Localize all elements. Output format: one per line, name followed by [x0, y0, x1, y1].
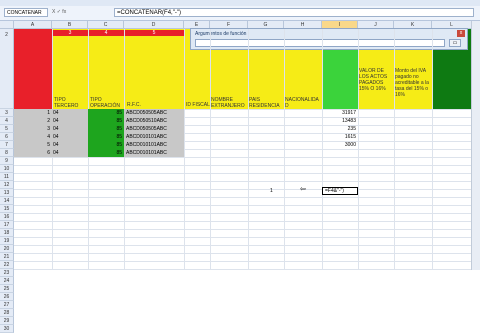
row-header[interactable]: 17	[0, 221, 14, 229]
header-num-b: 3	[52, 30, 88, 36]
cell-tipo-operacion[interactable]: 85	[88, 109, 124, 117]
function-arguments-dialog[interactable]: Argumentos de función x ▭	[190, 28, 468, 50]
row-header[interactable]: 25	[0, 285, 14, 293]
cell-tipo-operacion[interactable]: 85	[88, 149, 124, 157]
header-d-yellow	[124, 29, 184, 109]
row-header[interactable]: 15	[0, 205, 14, 213]
cell-valor[interactable]	[322, 149, 358, 157]
cell-number[interactable]: 1	[14, 109, 52, 117]
row-header[interactable]: 22	[0, 261, 14, 269]
row-header[interactable]: 29	[0, 317, 14, 325]
header-rfc: R.F.C.	[127, 102, 141, 108]
row-header[interactable]: 8	[0, 149, 14, 157]
col-header-d[interactable]: D	[124, 21, 184, 29]
row-header[interactable]: 24	[0, 277, 14, 285]
cell-valor[interactable]: 1615	[322, 133, 358, 141]
row-header[interactable]: 11	[0, 173, 14, 181]
cell-tipo-tercero[interactable]: 04	[52, 109, 88, 117]
header-monto-iva: Monto del IVA pagado no acreditable a la…	[395, 68, 429, 98]
row-header[interactable]: 4	[0, 117, 14, 125]
cell-valor[interactable]: 3000	[322, 141, 358, 149]
header-num-d: 5	[124, 30, 184, 36]
cell-number[interactable]: 2	[14, 117, 52, 125]
cell-valor[interactable]: 235	[322, 125, 358, 133]
row-header[interactable]: 10	[0, 165, 14, 173]
row-header[interactable]: 23	[0, 269, 14, 277]
row-header[interactable]: 26	[0, 293, 14, 301]
cell-rfc[interactable]: ABCD050510ABC	[124, 117, 184, 125]
header-id-fiscal: ID FISCAL	[186, 102, 210, 108]
col-header-a[interactable]: A	[14, 21, 52, 29]
formula-input[interactable]: =CONCATENAR(F4,"-")	[114, 8, 474, 17]
row-header[interactable]: 16	[0, 213, 14, 221]
select-all-corner[interactable]	[0, 21, 14, 29]
col-header-c[interactable]: C	[88, 21, 124, 29]
cell-number[interactable]: 3	[14, 125, 52, 133]
row-header[interactable]: 27	[0, 301, 14, 309]
name-box[interactable]: CONCATENAR	[4, 8, 48, 17]
cell-rfc[interactable]: ABCD010101ABC	[124, 141, 184, 149]
col-header-b[interactable]: B	[52, 21, 88, 29]
row-header[interactable]: 5	[0, 125, 14, 133]
header-a-red	[14, 29, 52, 109]
row-header[interactable]: 12	[0, 181, 14, 189]
cursor-icon: ⇦	[300, 186, 306, 193]
header-nacionalidad: NACIONALIDA D	[285, 97, 319, 109]
header-num-c: 4	[88, 30, 124, 36]
row-header[interactable]: 21	[0, 253, 14, 261]
cell-tipo-operacion[interactable]: 85	[88, 141, 124, 149]
cell-rfc[interactable]: ABCD050505ABC	[124, 109, 184, 117]
dialog-close-button[interactable]: x	[457, 30, 465, 37]
cell-tipo-tercero[interactable]: 04	[52, 149, 88, 157]
cell-tipo-operacion[interactable]: 85	[88, 117, 124, 125]
row-header[interactable]: 6	[0, 133, 14, 141]
row-header[interactable]: 14	[0, 197, 14, 205]
row-header[interactable]: 3	[0, 109, 14, 117]
cell-rfc[interactable]: ABCD010101ABC	[124, 149, 184, 157]
cell-rfc[interactable]: ABCD010101ABC	[124, 133, 184, 141]
cell-tipo-tercero[interactable]: 04	[52, 117, 88, 125]
stray-value: 1	[270, 188, 273, 194]
cell-number[interactable]: 4	[14, 133, 52, 141]
cell-number[interactable]: 6	[14, 149, 52, 157]
row-header[interactable]: 13	[0, 189, 14, 197]
dialog-collapse-button[interactable]: ▭	[449, 39, 461, 47]
row-header[interactable]: 7	[0, 141, 14, 149]
header-tipo-tercero: TIPO TERCERO	[54, 97, 79, 109]
cell-valor[interactable]: 31917	[322, 109, 358, 117]
header-nombre-extranjero: NOMBRE EXTRANJERO	[211, 97, 245, 109]
row-header[interactable]: 18	[0, 229, 14, 237]
cell-tipo-tercero[interactable]: 04	[52, 125, 88, 133]
header-valor-actos: VALOR DE LOS ACTOS PAGADOS 15% O 16%	[359, 68, 388, 92]
vertical-scrollbar[interactable]	[471, 21, 480, 270]
header-pais-residencia: PAIS RESIDENCIA	[249, 97, 280, 109]
cell-valor[interactable]: 13483	[322, 117, 358, 125]
row-header[interactable]: 20	[0, 245, 14, 253]
cell-number[interactable]: 5	[14, 141, 52, 149]
row-header[interactable]: 19	[0, 237, 14, 245]
dialog-title: Argumentos de función	[195, 31, 247, 37]
formula-buttons[interactable]: X ✓ fx	[52, 8, 80, 17]
dialog-argument-input[interactable]	[195, 39, 445, 47]
row-header[interactable]: 28	[0, 309, 14, 317]
row-header[interactable]: 30	[0, 325, 14, 333]
cell-tipo-operacion[interactable]: 85	[88, 125, 124, 133]
cell-tipo-tercero[interactable]: 04	[52, 133, 88, 141]
cell-tipo-tercero[interactable]: 04	[52, 141, 88, 149]
cell-rfc[interactable]: ABCD050505ABC	[124, 125, 184, 133]
row-header[interactable]: 9	[0, 157, 14, 165]
row-header[interactable]: 2	[0, 29, 14, 109]
active-cell-i14[interactable]: =F4&"-")	[322, 187, 358, 195]
cell-tipo-operacion[interactable]: 85	[88, 133, 124, 141]
header-tipo-operacion: TIPO OPERACIÓN	[90, 97, 121, 109]
